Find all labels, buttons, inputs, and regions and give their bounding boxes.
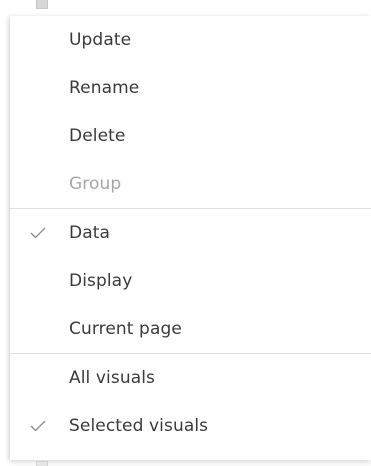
menu-item-label: Rename	[69, 78, 140, 98]
checkmark-icon	[30, 227, 46, 239]
menu-item-update[interactable]: Update	[10, 16, 371, 64]
menu-item-group: Group	[10, 160, 371, 208]
menu-item-label: All visuals	[69, 368, 155, 388]
menu-item-data[interactable]: Data	[10, 209, 371, 257]
checkmark-icon	[30, 420, 46, 432]
menu-item-label: Group	[69, 174, 122, 194]
menu-item-delete[interactable]: Delete	[10, 112, 371, 160]
context-menu: Update Rename Delete Group Data Display …	[10, 16, 371, 460]
menu-item-label: Display	[69, 271, 133, 291]
menu-item-label: Update	[69, 30, 132, 50]
menu-item-all-visuals[interactable]: All visuals	[10, 354, 371, 402]
menu-item-display[interactable]: Display	[10, 257, 371, 305]
menu-item-rename[interactable]: Rename	[10, 64, 371, 112]
menu-item-selected-visuals[interactable]: Selected visuals	[10, 402, 371, 450]
anchor-tab-top	[36, 0, 48, 9]
menu-item-label: Selected visuals	[69, 416, 209, 436]
menu-item-label: Delete	[69, 126, 126, 146]
context-menu-screen: Update Rename Delete Group Data Display …	[0, 0, 371, 466]
menu-item-label: Current page	[69, 319, 182, 339]
anchor-tab-bottom	[36, 461, 48, 466]
menu-item-current-page[interactable]: Current page	[10, 305, 371, 353]
menu-item-label: Data	[69, 223, 110, 243]
